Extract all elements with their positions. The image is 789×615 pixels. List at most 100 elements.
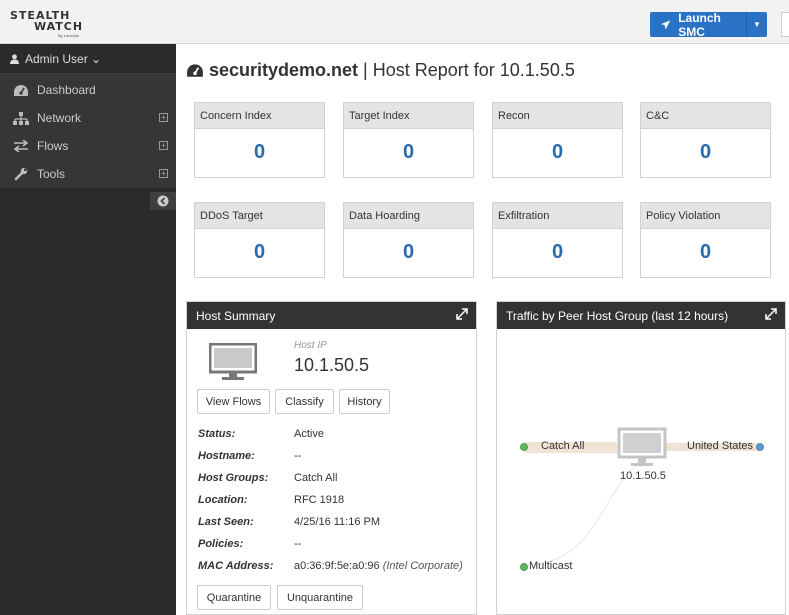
- multicast-label[interactable]: Multicast: [529, 560, 572, 572]
- card-label: Data Hoarding: [344, 203, 473, 229]
- dashboard-icon: [187, 64, 203, 77]
- card-label: Exfiltration: [493, 203, 622, 229]
- view-flows-button[interactable]: View Flows: [197, 389, 270, 414]
- collapse-sidebar-button[interactable]: [150, 192, 176, 210]
- catch-all-label[interactable]: Catch All: [541, 440, 584, 452]
- concern-index-card[interactable]: Concern Index 0: [194, 102, 325, 178]
- node-united-states: [756, 443, 764, 451]
- rocket-icon: [660, 19, 671, 30]
- policies-key: Policies:: [198, 538, 244, 550]
- logo-line2: WATCH: [34, 20, 84, 33]
- expand-tools-icon[interactable]: +: [159, 169, 168, 178]
- location-key: Location:: [198, 494, 248, 506]
- policy-violation-card[interactable]: Policy Violation 0: [640, 202, 771, 278]
- sidebar-item-label: Tools: [37, 167, 66, 181]
- launch-smc-label: Launch SMC: [678, 10, 721, 39]
- expand-flows-icon[interactable]: +: [159, 141, 168, 150]
- card-label: Concern Index: [195, 103, 324, 129]
- logo-byline: By Lancope: [58, 33, 80, 38]
- ddos-target-card[interactable]: DDoS Target 0: [194, 202, 325, 278]
- dashboard-icon: [12, 84, 30, 97]
- mac-address-key: MAC Address:: [198, 560, 274, 572]
- classify-button[interactable]: Classify: [275, 389, 334, 414]
- last-seen-key: Last Seen:: [198, 516, 254, 528]
- launch-smc-main[interactable]: Launch SMC: [650, 10, 747, 39]
- sidebar-item-label: Dashboard: [37, 83, 96, 97]
- panel-title: Host Summary: [196, 309, 276, 323]
- host-summary-panel: Host Summary Host IP 10.1.50.5 View Flow…: [186, 301, 477, 615]
- card-value[interactable]: 0: [641, 229, 770, 264]
- sidebar-item-flows[interactable]: Flows +: [0, 132, 176, 160]
- card-label: Recon: [493, 103, 622, 129]
- host-ip-label: Host IP: [294, 340, 327, 351]
- hostname-key: Hostname:: [198, 450, 255, 462]
- node-multicast: [520, 563, 528, 571]
- card-value[interactable]: 0: [493, 129, 622, 164]
- host-node-icon: [617, 427, 667, 466]
- stealthwatch-logo[interactable]: STEALTH WATCH By Lancope: [10, 9, 94, 39]
- panel-header: Host Summary: [187, 302, 476, 329]
- data-hoarding-card[interactable]: Data Hoarding 0: [343, 202, 474, 278]
- host-groups-key: Host Groups:: [198, 472, 269, 484]
- card-label: Target Index: [344, 103, 473, 129]
- card-value[interactable]: 0: [493, 229, 622, 264]
- page-domain: securitydemo.net: [209, 60, 359, 80]
- caret-down-icon: ▼: [753, 20, 761, 29]
- card-label: C&C: [641, 103, 770, 129]
- page-title: securitydemo.net | Host Report for 10.1.…: [186, 60, 575, 81]
- card-label: DDoS Target: [195, 203, 324, 229]
- launch-smc-button[interactable]: Launch SMC ▼: [650, 10, 767, 39]
- location-value: RFC 1918: [294, 494, 345, 506]
- card-label: Policy Violation: [641, 203, 770, 229]
- launch-smc-dropdown-toggle[interactable]: ▼: [747, 20, 767, 29]
- last-seen-value: 4/25/16 11:16 PM: [294, 516, 381, 528]
- sidebar-item-network[interactable]: Network +: [0, 104, 176, 132]
- user-icon: [10, 53, 19, 64]
- host-node-label[interactable]: 10.1.50.5: [620, 470, 666, 482]
- unquarantine-button[interactable]: Unquarantine: [277, 585, 363, 610]
- policies-value: --: [294, 538, 302, 550]
- status-key: Status:: [198, 428, 236, 440]
- history-button[interactable]: History: [339, 389, 390, 414]
- sidebar-item-dashboard[interactable]: Dashboard: [0, 76, 176, 104]
- card-value[interactable]: 0: [344, 129, 473, 164]
- hostname-value: --: [294, 450, 302, 462]
- nav-menu: Dashboard Network + Flows + Tools +: [0, 74, 176, 188]
- exfiltration-card[interactable]: Exfiltration 0: [492, 202, 623, 278]
- arrow-circle-left-icon: [157, 195, 169, 207]
- cnc-card[interactable]: C&C 0: [640, 102, 771, 178]
- exchange-icon: [12, 140, 30, 152]
- desktop-icon: [208, 342, 258, 386]
- expand-icon[interactable]: [456, 308, 468, 323]
- status-value: Active: [294, 428, 324, 440]
- target-index-card[interactable]: Target Index 0: [343, 102, 474, 178]
- mac-vendor: (Intel Corporate): [382, 560, 463, 572]
- top-right-control[interactable]: [781, 12, 789, 37]
- user-menu[interactable]: Admin User ⌄: [0, 44, 176, 74]
- card-value[interactable]: 0: [195, 129, 324, 164]
- recon-card[interactable]: Recon 0: [492, 102, 623, 178]
- sidebar: Admin User ⌄ Dashboard Network + Flows +: [0, 44, 176, 615]
- quarantine-button[interactable]: Quarantine: [197, 585, 271, 610]
- sidebar-item-label: Flows: [37, 139, 69, 153]
- panel-title: Traffic by Peer Host Group (last 12 hour…: [506, 309, 729, 323]
- host-groups-value: Catch All: [294, 472, 338, 484]
- expand-network-icon[interactable]: +: [159, 113, 168, 122]
- mac-address-value: a0:36:9f:5e:a0:96 (Intel Corporate): [294, 560, 463, 572]
- sitemap-icon: [12, 111, 30, 125]
- mac-address: a0:36:9f:5e:a0:96: [294, 560, 383, 572]
- user-name: Admin User ⌄: [25, 51, 102, 66]
- card-value[interactable]: 0: [344, 229, 473, 264]
- page-subtitle: | Host Report for 10.1.50.5: [358, 60, 575, 80]
- top-bar: STEALTH WATCH By Lancope Launch SMC ▼: [0, 0, 789, 44]
- united-states-label[interactable]: United States: [687, 440, 753, 452]
- sidebar-item-tools[interactable]: Tools +: [0, 160, 176, 188]
- card-value[interactable]: 0: [641, 129, 770, 164]
- card-value[interactable]: 0: [195, 229, 324, 264]
- expand-icon[interactable]: [765, 308, 777, 323]
- wrench-icon: [12, 167, 30, 181]
- host-ip-value: 10.1.50.5: [294, 355, 370, 375]
- node-catch-all: [520, 443, 528, 451]
- panel-header: Traffic by Peer Host Group (last 12 hour…: [497, 302, 785, 329]
- traffic-panel: Traffic by Peer Host Group (last 12 hour…: [496, 301, 786, 615]
